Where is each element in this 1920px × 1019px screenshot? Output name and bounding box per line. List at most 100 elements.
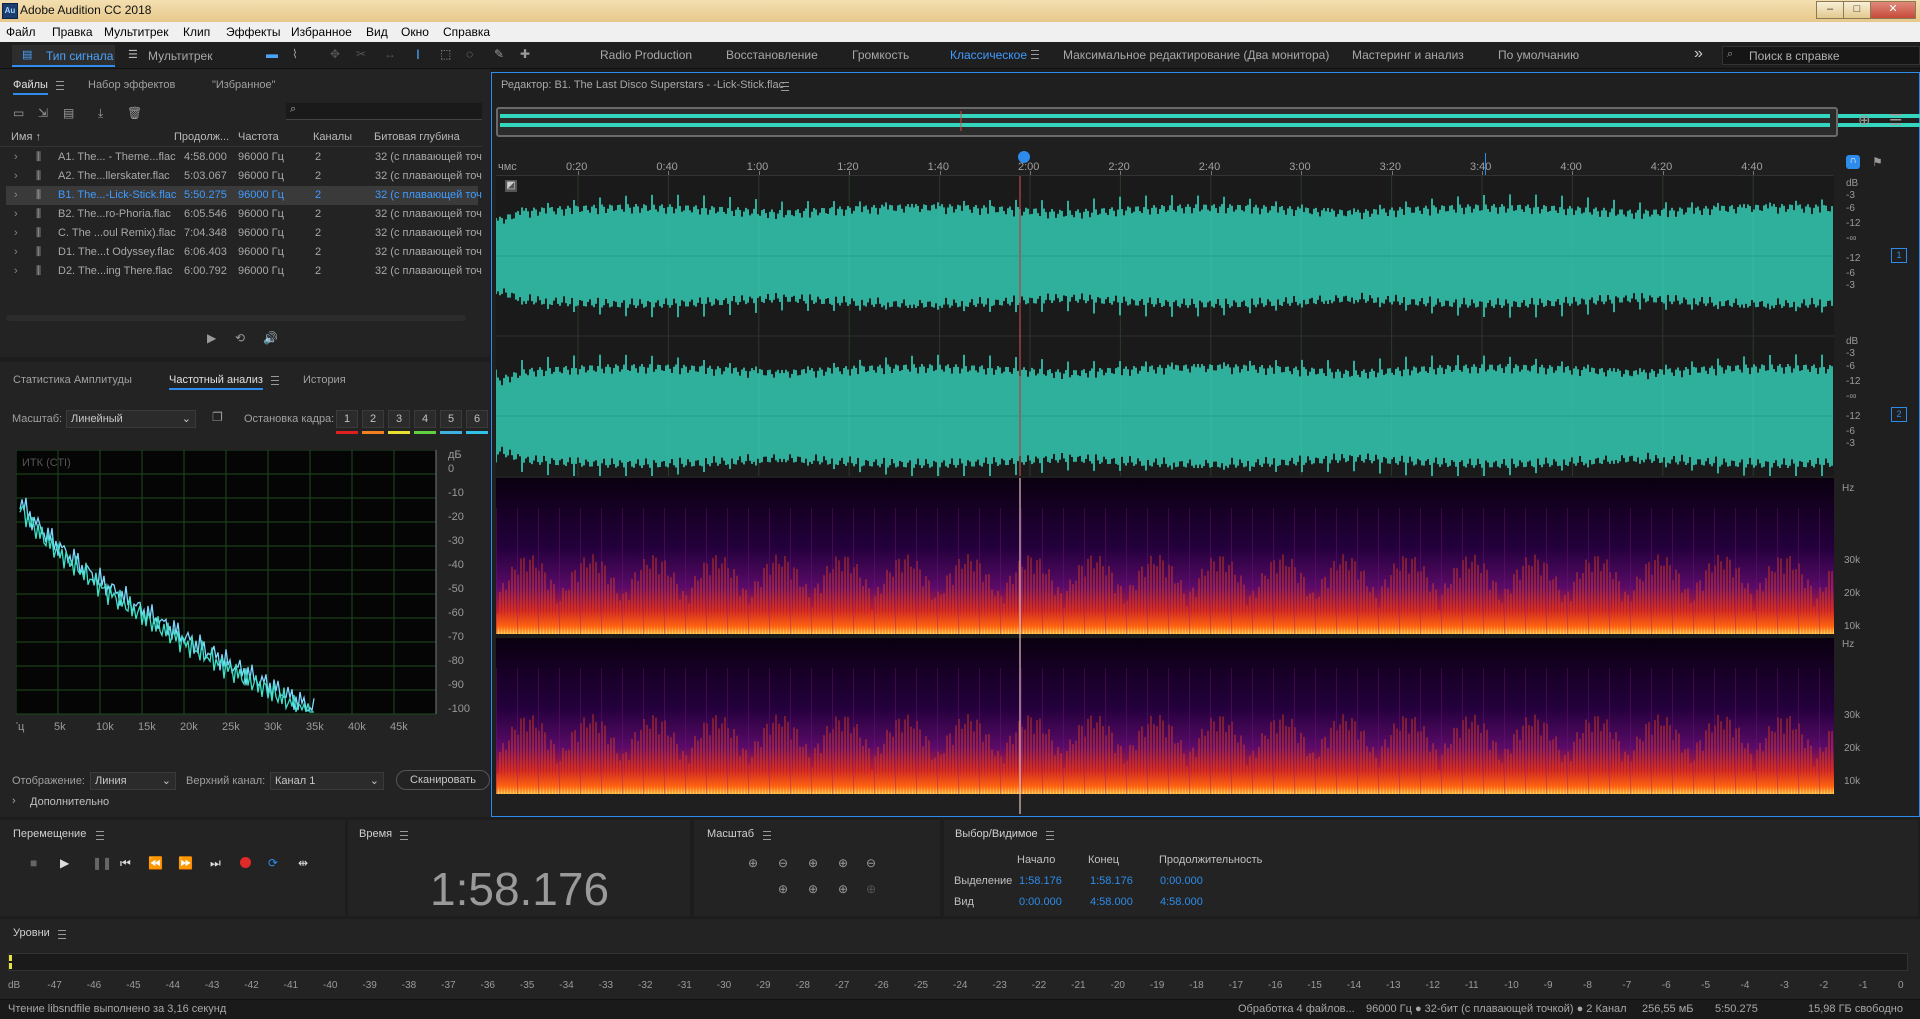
scan-button[interactable]: Сканировать <box>396 770 490 790</box>
menu-effects[interactable]: Эффекты <box>226 25 281 39</box>
column-channels[interactable]: Каналы <box>313 131 352 143</box>
upper-channel-select[interactable]: Канал 1 ⌄ <box>270 772 384 790</box>
preview-play-icon[interactable]: ▶ <box>207 331 216 345</box>
channel-1-badge[interactable]: 1 <box>1891 248 1907 263</box>
marker-icon[interactable]: ⚑ <box>1872 155 1883 169</box>
fast-forward-icon[interactable]: ⏩ <box>178 856 193 870</box>
view-end[interactable]: 4:58.000 <box>1090 896 1133 908</box>
rewind-icon[interactable]: ⏪ <box>148 856 163 870</box>
help-search-input[interactable]: ⌕ Поиск в справке <box>1722 46 1920 65</box>
autoplay-icon[interactable]: 🔊 <box>263 331 278 345</box>
time-menu-icon[interactable] <box>400 831 408 840</box>
zoom-in-left-icon[interactable]: ⊕ <box>778 882 788 896</box>
column-duration[interactable]: Продолж... <box>174 131 229 143</box>
selection-menu-icon[interactable] <box>1046 831 1054 840</box>
loop-icon[interactable]: ⟳ <box>268 856 278 870</box>
zoom-in-right-icon[interactable]: ⊕ <box>808 882 818 896</box>
column-name[interactable]: Имя ↑ <box>11 131 41 143</box>
pause-icon[interactable]: ❚❚ <box>92 856 112 870</box>
slip-tool-icon[interactable]: ↔ <box>384 47 396 61</box>
selection-duration[interactable]: 0:00.000 <box>1160 875 1203 887</box>
list-item[interactable]: › ⫼ D2. The...ing There.flac 6:00.792 96000 … <box>6 262 482 281</box>
tab-history[interactable]: История <box>303 374 346 386</box>
tab-amplitude-stats[interactable]: Статистика Амплитуды <box>13 374 132 386</box>
zoom-menu-icon[interactable] <box>763 831 771 840</box>
marquee-tool-icon[interactable]: ⬚ <box>440 47 451 61</box>
chevron-right-icon[interactable]: › <box>14 227 18 239</box>
spot-healing-tool-icon[interactable]: ✚ <box>520 47 530 61</box>
open-folder-icon[interactable]: ▭ <box>13 106 24 120</box>
workspace-default[interactable]: По умолчанию <box>1498 48 1579 62</box>
playhead-handle-icon[interactable] <box>1018 151 1030 163</box>
time-selection-tool-icon[interactable]: I <box>416 46 420 62</box>
menu-window[interactable]: Окно <box>401 25 429 39</box>
list-item[interactable]: › ⫼ D1. The...t Odyssey.flac 6:06.403 96000 … <box>6 243 482 262</box>
menu-favorites[interactable]: Избранное <box>291 25 352 39</box>
selection-start[interactable]: 1:58.176 <box>1019 875 1062 887</box>
spectral-display[interactable] <box>496 478 1834 814</box>
tab-favorites[interactable]: "Избранное" <box>212 79 276 91</box>
chevron-right-icon[interactable]: › <box>14 151 18 163</box>
chevron-right-icon[interactable]: › <box>14 189 18 201</box>
log-scale-toggle-icon[interactable]: ❐ <box>212 410 223 424</box>
chevron-right-icon[interactable]: › <box>14 170 18 182</box>
zoom-in-selection-icon[interactable]: ⊕ <box>838 856 848 870</box>
workspace-max-edit[interactable]: Максимальное редактирование (Два монитор… <box>1063 48 1329 62</box>
editor-menu-icon[interactable] <box>781 82 789 91</box>
menu-multitrack[interactable]: Мультитрек <box>104 25 168 39</box>
column-rate[interactable]: Частота <box>238 131 279 143</box>
list-item[interactable]: › ⫼ B1. The...-Lick-Stick.flac 5:50.275 9600… <box>6 186 482 205</box>
record-icon[interactable] <box>240 857 251 868</box>
analysis-panel-menu-icon[interactable] <box>271 376 279 385</box>
list-item[interactable]: › ⫼ C. The ...oul Remix).flac 7:04.348 96000… <box>6 224 482 243</box>
workspace-restoration[interactable]: Восстановление <box>726 48 818 62</box>
menu-file[interactable]: Файл <box>6 25 36 39</box>
more-workspaces-icon[interactable]: » <box>1694 45 1703 63</box>
workspace-mastering[interactable]: Мастеринг и анализ <box>1352 48 1464 62</box>
hold-button-6[interactable]: 6 <box>466 410 488 428</box>
hold-button-3[interactable]: 3 <box>388 410 410 428</box>
play-icon[interactable]: ▶ <box>60 856 69 870</box>
view-start[interactable]: 0:00.000 <box>1019 896 1062 908</box>
workspace-radio-production[interactable]: Radio Production <box>600 48 692 62</box>
workspace-menu-icon[interactable] <box>1031 50 1039 59</box>
list-item[interactable]: › ⫼ A1. The... - Theme...flac 4:58.000 96000… <box>6 148 482 167</box>
workspace-classic[interactable]: Классическое <box>950 48 1027 62</box>
tab-effects-rack[interactable]: Набор эффектов <box>88 79 175 91</box>
hold-button-4[interactable]: 4 <box>414 410 436 428</box>
import-icon[interactable]: ⇲ <box>38 106 48 120</box>
chevron-right-icon[interactable]: › <box>12 795 16 807</box>
scale-select[interactable]: Линейный ⌄ <box>66 410 196 428</box>
hold-button-2[interactable]: 2 <box>362 410 384 428</box>
new-file-icon[interactable]: ▤ <box>63 106 74 120</box>
zoom-in-amplitude-icon[interactable]: ⊕ <box>748 856 758 870</box>
tab-files[interactable]: Файлы <box>13 79 48 95</box>
preview-loop-icon[interactable]: ⟲ <box>235 331 245 345</box>
snap-icon[interactable]: ∩ <box>1846 155 1860 169</box>
menu-help[interactable]: Справка <box>443 25 490 39</box>
display-settings-icon[interactable]: ☰ <box>1889 111 1902 129</box>
multitrack-mode-button[interactable]: ☰ Мультитрек <box>122 45 222 65</box>
hold-button-5[interactable]: 5 <box>440 410 462 428</box>
skip-back-icon[interactable]: ⏮ <box>120 856 131 871</box>
tab-frequency-analysis[interactable]: Частотный анализ <box>169 374 263 390</box>
list-item[interactable]: › ⫼ A2. The...llerskater.flac 5:03.067 96000… <box>6 167 482 186</box>
skip-selection-icon[interactable]: ⇹ <box>298 856 308 870</box>
waveform-area[interactable] <box>495 176 1845 478</box>
razor-tool-icon[interactable]: ✂ <box>356 47 366 61</box>
column-depth[interactable]: Битовая глубина <box>374 131 460 143</box>
levels-menu-icon[interactable] <box>58 930 66 939</box>
menu-clip[interactable]: Клип <box>183 25 210 39</box>
time-ruler[interactable]: чмс 0:20 0:40 1:00 1:20 1:40 2:00 2:20 2:40 3:00 3… <box>496 151 1833 176</box>
zoom-out-full-icon[interactable]: ⊖ <box>866 856 876 870</box>
spectral-view-icon[interactable]: ⌇ <box>292 47 298 61</box>
delete-icon[interactable]: 🗑 <box>127 106 142 120</box>
chevron-right-icon[interactable]: › <box>14 246 18 258</box>
insert-icon[interactable]: ⤓ <box>98 106 103 121</box>
files-scrollbar[interactable] <box>6 315 466 321</box>
display-select[interactable]: Линия ⌄ <box>90 772 176 790</box>
waveform-mode-button[interactable]: ▤ Тип сигнала <box>12 45 115 67</box>
chevron-right-icon[interactable]: › <box>14 208 18 220</box>
minimize-icon[interactable]: – <box>1816 1 1844 19</box>
workspace-loudness[interactable]: Громкость <box>852 48 909 62</box>
